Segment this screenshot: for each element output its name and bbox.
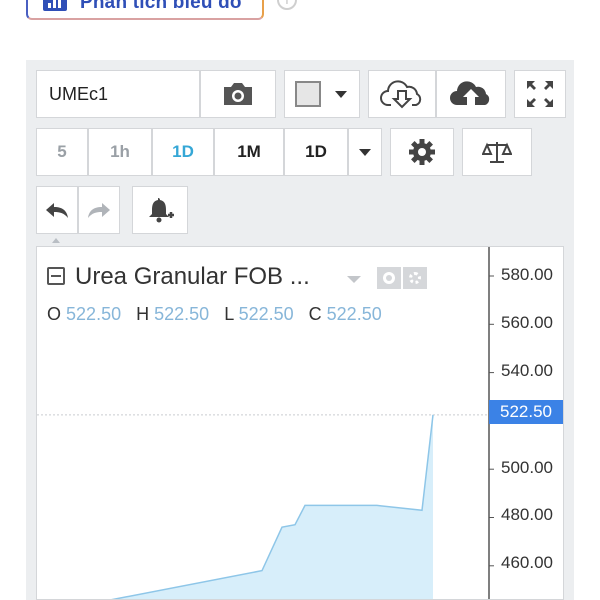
interval-1h[interactable]: 1h (88, 128, 152, 176)
chart-analysis-label: Phân tích biểu đồ (80, 0, 242, 13)
legend-dropdown-icon[interactable] (347, 276, 361, 283)
low-value: 522.50 (238, 304, 294, 324)
chart-widget: UMEc1 5 1h 1D 1M 1D Urea Granular FOB ..… (26, 60, 574, 600)
close-key: C (308, 304, 322, 324)
current-price-tag: 522.50 (489, 400, 563, 424)
interval-5[interactable]: 5 (36, 128, 88, 176)
fullscreen-icon (527, 81, 553, 107)
price-axis-label: 580.00 (501, 265, 553, 284)
low-key: L (224, 304, 234, 324)
high-value: 522.50 (154, 304, 210, 324)
compare-button[interactable] (462, 128, 532, 176)
scale-balance-icon (482, 142, 512, 163)
chart-analysis-button[interactable]: Phân tích biểu đồ (26, 0, 264, 20)
chevron-down-icon (359, 148, 371, 156)
price-area (115, 414, 433, 599)
settings-button[interactable] (390, 128, 454, 176)
undo-button[interactable] (36, 186, 78, 234)
info-icon[interactable]: i (277, 0, 297, 10)
save-layout-button[interactable] (436, 70, 506, 118)
interval-1d[interactable]: 1D (284, 128, 348, 176)
cloud-upload-icon (450, 81, 490, 105)
cloud-download-icon (380, 80, 422, 109)
legend-settings-icon[interactable] (403, 267, 427, 289)
price-axis-label: 500.00 (501, 458, 553, 477)
collapse-toolbar-icon[interactable] (52, 238, 60, 243)
collapse-legend-icon[interactable] (47, 267, 65, 285)
legend-title: Urea Granular FOB ... (75, 263, 310, 290)
open-value: 522.50 (66, 304, 122, 324)
price-axis-label: 480.00 (501, 505, 553, 524)
price-axis-label: 460.00 (501, 553, 553, 572)
price-axis-label: 540.00 (501, 361, 553, 380)
price-chart (37, 247, 494, 599)
chevron-down-icon (335, 90, 347, 98)
chart-analysis-icon (43, 0, 67, 11)
chart-area[interactable]: Urea Granular FOB ... O 522.50 H 522.50 … (36, 246, 564, 600)
camera-icon (224, 83, 252, 105)
open-key: O (47, 304, 62, 324)
add-alert-button[interactable] (132, 186, 188, 234)
ohlc-values: O 522.50 H 522.50 L 522.50 C 522.50 (47, 304, 382, 325)
eye-icon[interactable] (377, 267, 401, 289)
interval-1m[interactable]: 1M (214, 128, 284, 176)
redo-icon (88, 203, 110, 218)
gear-icon (409, 139, 435, 165)
interval-dropdown[interactable] (348, 128, 382, 176)
undo-icon (46, 203, 68, 218)
close-value: 522.50 (326, 304, 382, 324)
high-key: H (136, 304, 150, 324)
screenshot-button[interactable] (200, 70, 276, 118)
load-layout-button[interactable] (368, 70, 436, 118)
bell-plus-icon (149, 198, 174, 223)
interval-1d-active[interactable]: 1D (152, 128, 214, 176)
symbol-input[interactable]: UMEc1 (36, 70, 200, 118)
chart-style-dropdown[interactable] (284, 70, 360, 118)
fullscreen-button[interactable] (514, 70, 566, 118)
redo-button[interactable] (78, 186, 120, 234)
price-axis-label: 560.00 (501, 313, 553, 332)
style-swatch-icon (295, 81, 321, 107)
